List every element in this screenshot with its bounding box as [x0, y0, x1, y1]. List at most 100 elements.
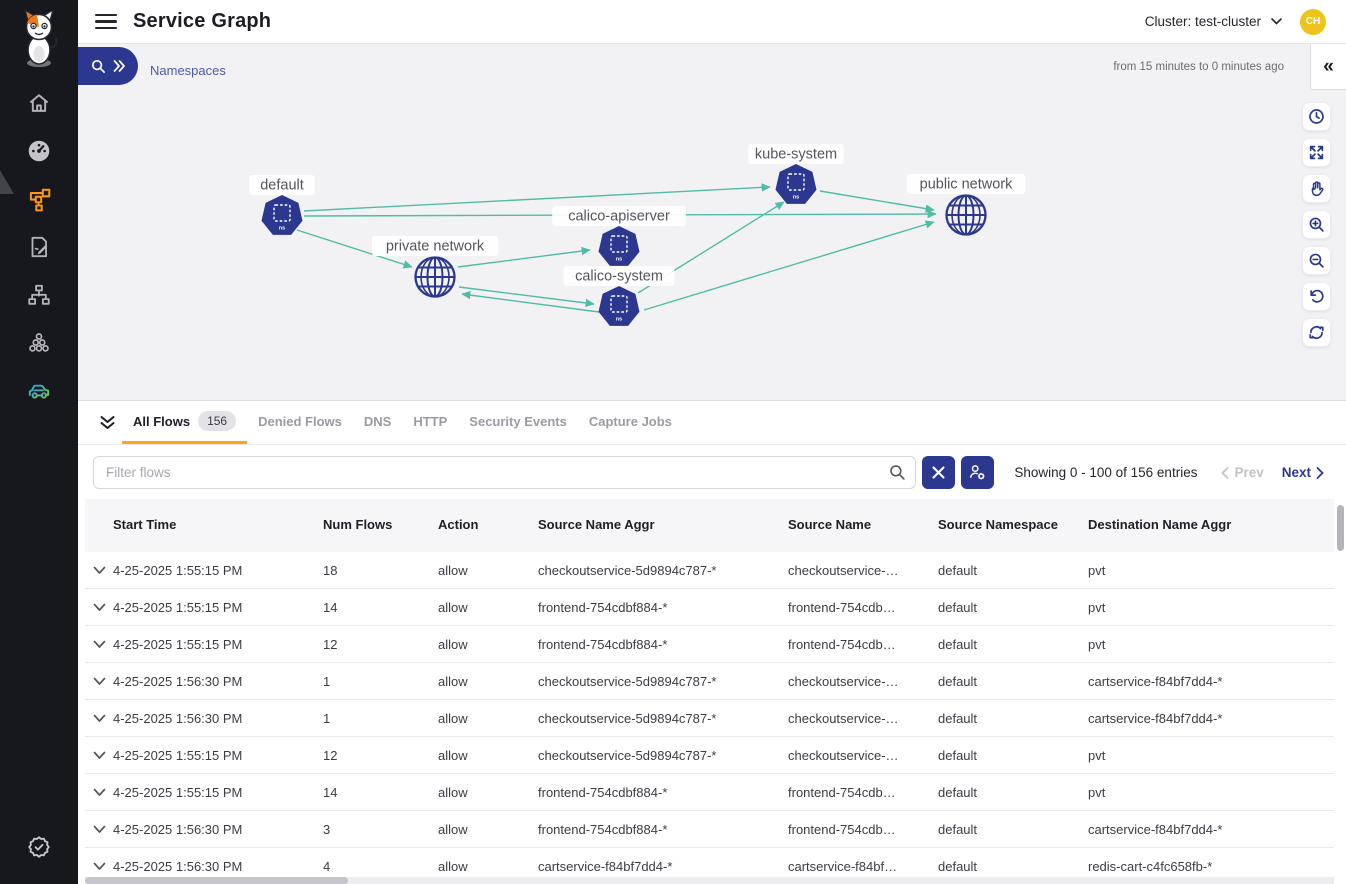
sidebar [0, 0, 78, 884]
table-row[interactable]: 4-25-2025 1:55:15 PM14allowfrontend-754c… [85, 774, 1334, 811]
tab-label: All Flows [133, 414, 190, 429]
calico-logo[interactable] [17, 8, 61, 70]
tab-dns[interactable]: DNS [353, 401, 402, 444]
column-header[interactable]: Source Namespace [938, 517, 1088, 533]
home-icon[interactable] [25, 89, 53, 117]
page-title: Service Graph [133, 10, 271, 33]
column-header[interactable]: Destination Name Aggr [1088, 517, 1334, 533]
table-cell: 4-25-2025 1:55:15 PM [113, 563, 323, 578]
table-row[interactable]: 4-25-2025 1:56:30 PM1allowcheckoutservic… [85, 700, 1334, 737]
tab-security-events[interactable]: Security Events [458, 401, 578, 444]
cluster-dots-icon[interactable] [25, 329, 53, 357]
avatar[interactable]: CH [1300, 9, 1326, 35]
graph-search-pill[interactable] [78, 47, 138, 85]
active-nav-indicator [0, 170, 14, 194]
vertical-scrollbar[interactable] [1337, 505, 1344, 551]
filter-flows-input[interactable] [93, 456, 916, 489]
fit-screen-icon[interactable] [1302, 138, 1331, 167]
table-row[interactable]: 4-25-2025 1:55:15 PM12allowcheckoutservi… [85, 737, 1334, 774]
expand-row-icon[interactable] [85, 677, 113, 686]
expand-row-icon[interactable] [85, 862, 113, 871]
table-cell: checkoutservice-… [788, 711, 938, 726]
table-cell: 4-25-2025 1:56:30 PM [113, 859, 323, 874]
graph-node-calico-system[interactable]: nscalico-system [564, 266, 675, 326]
column-settings-button[interactable] [961, 456, 994, 489]
pan-hand-icon[interactable] [1302, 174, 1331, 203]
graph-edge[interactable] [304, 187, 770, 211]
table-cell: cartservice-f84bf7dd4-* [1088, 822, 1334, 837]
table-cell: checkoutservice-5d9894c787-* [538, 563, 788, 578]
menu-icon[interactable] [95, 14, 117, 29]
service-graph-canvas[interactable]: nsdefault private network ns calico-apiserv… [78, 44, 1346, 400]
table-cell: allow [438, 600, 538, 615]
graph-edge[interactable] [459, 287, 594, 304]
tab-label: Security Events [469, 414, 567, 429]
flows-panel: All Flows 156 Denied FlowsDNSHTTP Security … [78, 400, 1346, 884]
clear-filter-button[interactable] [922, 456, 955, 489]
filter-row: Showing 0 - 100 of 156 entries Prev Next [78, 445, 1346, 499]
search-icon[interactable] [889, 464, 906, 481]
tab-count-badge: 156 [198, 411, 236, 431]
svg-text:ns: ns [279, 226, 285, 232]
zoom-out-icon[interactable] [1302, 246, 1331, 275]
table-cell: 4-25-2025 1:55:15 PM [113, 637, 323, 652]
service-graph-icon[interactable] [25, 185, 53, 213]
table-row[interactable]: 4-25-2025 1:55:15 PM14allowfrontend-754c… [85, 589, 1334, 626]
column-header[interactable]: Num Flows [323, 517, 438, 533]
graph-node-private-network[interactable]: private network [372, 236, 498, 297]
column-header[interactable]: Source Name [788, 517, 938, 533]
table-cell: frontend-754cdbf884-* [538, 600, 788, 615]
table-row[interactable]: 4-25-2025 1:56:30 PM1allowcheckoutservic… [85, 663, 1334, 700]
expand-row-icon[interactable] [85, 603, 113, 612]
table-row[interactable]: 4-25-2025 1:55:15 PM18allowcheckoutservi… [85, 552, 1334, 589]
table-cell: allow [438, 674, 538, 689]
next-page-button[interactable]: Next [1282, 465, 1324, 480]
zoom-in-icon[interactable] [1302, 210, 1331, 239]
table-cell: allow [438, 822, 538, 837]
flows-table: Start TimeNum FlowsActionSource Name Agg… [85, 499, 1334, 884]
graph-edge[interactable] [644, 222, 934, 310]
expand-row-icon[interactable] [85, 566, 113, 575]
expand-row-icon[interactable] [85, 788, 113, 797]
network-tree-icon[interactable] [25, 281, 53, 309]
graph-node-default[interactable]: nsdefault [249, 175, 314, 235]
expand-row-icon[interactable] [85, 640, 113, 649]
tab-http[interactable]: HTTP [402, 401, 458, 444]
dashboard-icon[interactable] [25, 137, 53, 165]
expand-row-icon[interactable] [85, 825, 113, 834]
cluster-selector[interactable]: Cluster: test-cluster [1145, 14, 1282, 29]
expand-row-icon[interactable] [85, 751, 113, 760]
tab-capture-jobs[interactable]: Capture Jobs [578, 401, 683, 444]
collapse-flows-icon[interactable] [92, 401, 122, 444]
column-header[interactable]: Start Time [113, 517, 323, 533]
refresh-icon[interactable] [1302, 318, 1331, 347]
time-icon[interactable] [1302, 102, 1331, 131]
table-cell: frontend-754cdbf884-* [538, 785, 788, 800]
breadcrumb[interactable]: Namespaces [150, 63, 226, 78]
graph-node-kube-system[interactable]: nskube-system [748, 144, 844, 204]
table-row[interactable]: 4-25-2025 1:55:15 PM12allowfrontend-754c… [85, 626, 1334, 663]
table-cell: 1 [323, 674, 438, 689]
verified-badge-icon[interactable] [25, 833, 53, 861]
undo-icon[interactable] [1302, 282, 1331, 311]
column-header[interactable]: Source Name Aggr [538, 517, 788, 533]
showing-entries-label: Showing 0 - 100 of 156 entries [1014, 465, 1197, 480]
collapse-panel-icon[interactable]: « [1310, 44, 1346, 90]
tab-denied-flows[interactable]: Denied Flows [247, 401, 353, 444]
table-cell: frontend-754cdbf884-* [538, 822, 788, 837]
table-row[interactable]: 4-25-2025 1:56:30 PM3allowfrontend-754cd… [85, 811, 1334, 848]
graph-node-calico-apiserver[interactable]: ns calico-apiserver [552, 206, 686, 266]
table-cell: 4-25-2025 1:55:15 PM [113, 600, 323, 615]
column-header[interactable]: Action [438, 517, 538, 533]
node-label: calico-apiserver [568, 209, 670, 225]
table-cell: cartservice-f84bf7dd4-* [1088, 711, 1334, 726]
expand-row-icon[interactable] [85, 714, 113, 723]
car-icon[interactable] [25, 376, 53, 404]
horizontal-scrollbar[interactable] [85, 877, 348, 884]
svg-text:ns: ns [616, 317, 622, 323]
svg-text:ns: ns [616, 257, 622, 263]
report-icon[interactable] [25, 233, 53, 261]
prev-page-button[interactable]: Prev [1221, 465, 1263, 480]
tab-all-flows[interactable]: All Flows 156 [122, 401, 247, 444]
table-cell: 4-25-2025 1:56:30 PM [113, 674, 323, 689]
